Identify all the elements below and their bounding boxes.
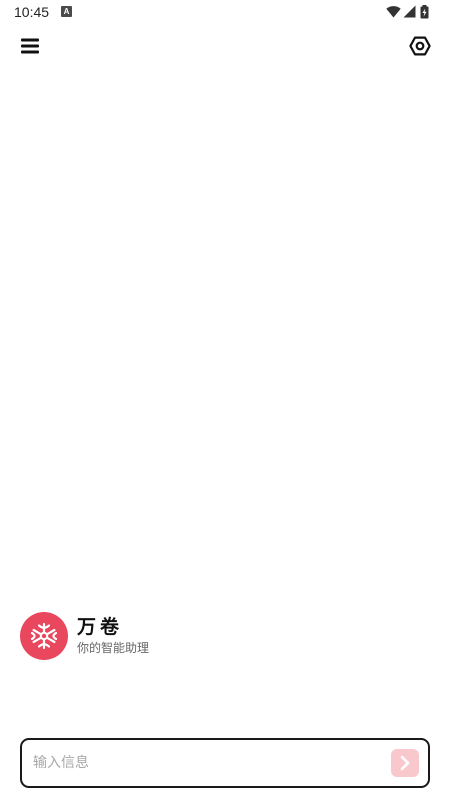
hamburger-menu-icon [21,38,39,54]
send-button[interactable] [391,749,419,777]
wifi-icon [386,6,401,18]
status-bar: 10:45 A [0,0,450,25]
assistant-intro: 万卷 你的智能助理 [20,612,149,660]
status-icons [386,5,436,19]
settings-button[interactable] [404,30,436,62]
message-input[interactable] [22,740,391,786]
battery-charging-icon [420,5,429,19]
assistant-avatar [20,612,68,660]
menu-button[interactable] [14,30,46,62]
assistant-text: 万卷 你的智能助理 [77,616,149,656]
hexagon-settings-icon [409,36,431,56]
assistant-name: 万卷 [77,616,124,638]
notification-icon: A [61,6,72,17]
flower-logo-icon [30,622,58,650]
chevron-right-icon [400,755,410,771]
cell-signal-icon [403,5,416,18]
app-screen: 10:45 A 万卷 你的智能助理 输入信息 [0,0,450,800]
message-composer [20,738,430,788]
status-time: 10:45 [14,4,50,20]
assistant-subtitle: 你的智能助理 [77,641,150,655]
